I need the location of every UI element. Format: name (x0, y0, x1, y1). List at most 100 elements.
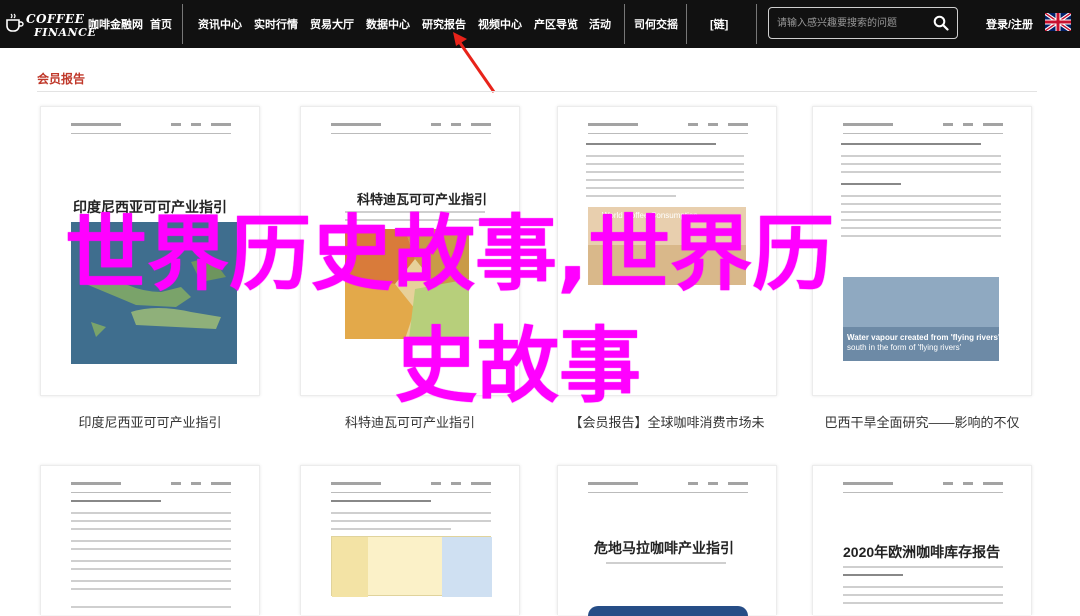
indonesia-map-image (71, 222, 237, 364)
doc-text-line (345, 219, 485, 221)
report-card[interactable]: 危地马拉咖啡产业指引 (557, 465, 777, 616)
doc-text-line (841, 227, 1001, 229)
doc-text-line (71, 588, 231, 590)
site-logo[interactable]: COFFEE FINANCE (4, 8, 96, 40)
doc-text-line (586, 187, 744, 189)
search-icon[interactable] (933, 15, 949, 31)
doc-header (588, 123, 748, 129)
doc-text-line (71, 560, 231, 562)
doc-text-line (841, 195, 1001, 197)
nav-item-trade[interactable]: 贸易大厅 (310, 16, 354, 32)
doc-text-line (606, 562, 726, 564)
red-arrow-icon (453, 32, 496, 93)
doc-rule (843, 492, 1003, 493)
logo-text-line1: COFFEE (26, 12, 85, 26)
report-card[interactable]: 2020年欧洲咖啡库存报告 (812, 465, 1032, 615)
uk-flag-icon[interactable] (1045, 13, 1071, 31)
doc-headline (586, 143, 716, 145)
report-card[interactable]: 科特迪瓦可可产业指引 科特迪瓦可可产业指引 (300, 106, 520, 430)
doc-rule (588, 492, 748, 493)
report-thumbnail: 危地马拉咖啡产业指引 (557, 465, 777, 616)
doc-text-line (331, 520, 491, 522)
doc-text-line (841, 171, 1001, 173)
nav-item-market[interactable]: 实时行情 (254, 16, 298, 32)
doc-rule (843, 133, 1003, 134)
doc-rule (71, 492, 231, 493)
logo-text-line2: FINANCE (34, 26, 97, 39)
nav-divider (624, 4, 625, 44)
report-thumbnail: 印度尼西亚可可产业指引 (40, 106, 260, 396)
doc-text-line (71, 512, 231, 514)
coffee-cup-icon (6, 13, 24, 32)
photo-caption-2: south in the form of 'flying rivers' (847, 343, 962, 352)
section-title: 会员报告 (37, 72, 86, 86)
doc-rule (331, 492, 491, 493)
report-card[interactable] (40, 465, 260, 615)
doc-text-line (71, 568, 231, 570)
report-card[interactable] (300, 465, 520, 615)
doc-text-line (71, 580, 231, 582)
doc-text-line (841, 219, 1001, 221)
data-table-image (331, 536, 492, 597)
doc-title: 印度尼西亚可可产业指引 (73, 199, 227, 215)
nav-item-home-brand[interactable]: 咖啡金融网 (88, 16, 143, 32)
report-thumbnail: Water vapour created from 'flying rivers… (812, 106, 1032, 396)
report-card[interactable]: Water vapour created from 'flying rivers… (812, 106, 1032, 430)
report-thumbnail: 2020年欧洲咖啡库存报告 (812, 465, 1032, 615)
doc-subhead (841, 183, 901, 185)
report-caption[interactable]: 印度尼西亚可可产业指引 (25, 412, 275, 431)
report-card[interactable]: World Coffee Consumption 【会员报告】全球咖啡消费市场未 (557, 106, 777, 430)
login-register-link[interactable]: 登录/注册 (986, 16, 1033, 32)
nav-divider (686, 4, 687, 44)
report-thumbnail (40, 465, 260, 615)
doc-header (331, 123, 491, 129)
doc-text-line (841, 203, 1001, 205)
cote-divoire-map-image (345, 229, 469, 339)
top-navbar: COFFEE FINANCE 咖啡金融网 首页 资讯中心 实时行情 贸易大厅 数… (0, 0, 1080, 48)
nav-item-link[interactable]: [链] (710, 16, 728, 32)
doc-text-line (841, 155, 1001, 157)
doc-headline (841, 143, 981, 145)
doc-text-line (331, 512, 491, 514)
doc-text-line (71, 520, 231, 522)
doc-headline (71, 500, 161, 502)
doc-title: 危地马拉咖啡产业指引 (594, 540, 734, 556)
photo-caption-1: Water vapour created from 'flying rivers… (847, 333, 1000, 342)
search-box (768, 7, 958, 39)
doc-text-line (586, 155, 744, 157)
nav-item-news[interactable]: 资讯中心 (198, 16, 242, 32)
doc-text-line (586, 171, 744, 173)
search-input[interactable] (777, 14, 927, 32)
nav-item-origins[interactable]: 产区导览 (534, 16, 578, 32)
nav-divider (756, 4, 757, 44)
chart-label: World Coffee Consumption (602, 211, 698, 220)
doc-text-line (586, 195, 676, 197)
doc-text-line (843, 566, 1003, 568)
flying-rivers-image: Water vapour created from 'flying rivers… (843, 277, 1000, 361)
doc-text-line (586, 179, 744, 181)
report-caption[interactable]: 巴西干旱全面研究——影响的不仅 (797, 412, 1047, 431)
doc-text-line (841, 163, 1001, 165)
doc-text-line (345, 211, 485, 213)
report-card[interactable]: 印度尼西亚可可产业指引 印度尼西亚可可产业指引 (40, 106, 260, 430)
report-caption[interactable]: 科特迪瓦可可产业指引 (285, 412, 535, 431)
doc-rule (71, 133, 231, 134)
doc-text-line (586, 163, 744, 165)
doc-rule (331, 133, 491, 134)
doc-header (843, 123, 1003, 129)
doc-headline (331, 500, 431, 502)
doc-text-line (843, 594, 1003, 596)
nav-item-events[interactable]: 活动 (589, 16, 611, 32)
doc-text-line (71, 528, 231, 530)
report-thumbnail: World Coffee Consumption (557, 106, 777, 396)
doc-subhead (843, 574, 903, 576)
doc-title: 2020年欧洲咖啡库存报告 (843, 544, 1001, 560)
doc-text-line (841, 235, 1001, 237)
doc-text-line (843, 602, 1003, 604)
nav-divider (182, 4, 183, 44)
report-caption[interactable]: 【会员报告】全球咖啡消费市场未 (542, 412, 792, 431)
nav-item-exchange[interactable]: 司何交摇 (634, 16, 678, 32)
nav-item-home[interactable]: 首页 (150, 16, 172, 32)
doc-title: 科特迪瓦可可产业指引 (357, 192, 488, 207)
nav-item-data[interactable]: 数据中心 (366, 16, 410, 32)
